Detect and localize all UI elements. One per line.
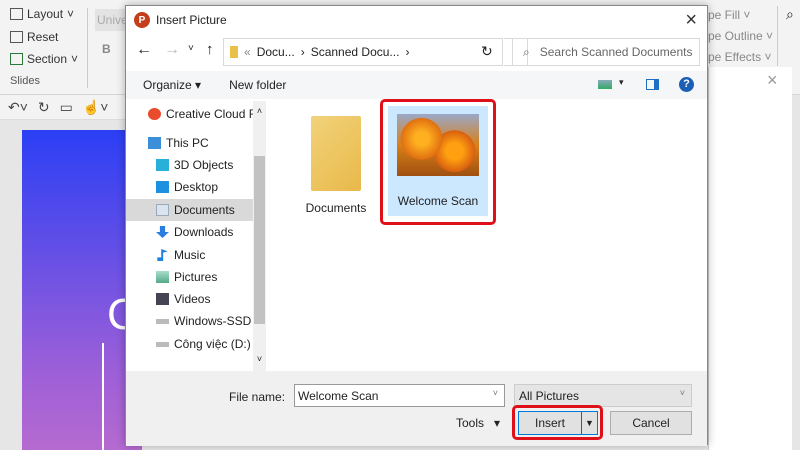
search-icon: ⌕ xyxy=(523,44,530,59)
reset-button[interactable]: Reset xyxy=(10,30,58,44)
drive-icon xyxy=(156,341,169,347)
side-pane: × xyxy=(708,67,792,450)
dialog-footer: File name: Welcome Scan ˅ All Pictures ˅ T… xyxy=(126,371,707,446)
desktop-icon xyxy=(156,181,169,193)
pc-icon xyxy=(148,137,161,149)
file-name-label: File name: xyxy=(229,390,286,404)
back-icon[interactable]: ← xyxy=(136,41,152,59)
nav-item[interactable]: Công việc (D:) xyxy=(126,333,253,355)
quick-access-toolbar: ↶˅ ↻ ▭ ☝˅ xyxy=(0,95,130,120)
address-row: ← → ˅ ↑ « Docu... › Scanned Docu... › ↻ ⌕ S… xyxy=(126,38,707,66)
divider xyxy=(777,6,778,66)
view-dropdown-icon[interactable]: ▾ xyxy=(619,77,624,88)
videos-icon xyxy=(156,293,169,305)
close-icon[interactable]: × xyxy=(685,9,697,32)
file-documents[interactable]: Documents xyxy=(296,106,376,216)
music-icon xyxy=(157,249,168,261)
file-name-input[interactable]: Welcome Scan ˅ xyxy=(294,384,505,407)
reset-icon xyxy=(10,31,23,43)
layout-button[interactable]: Layout ˅ xyxy=(10,7,74,21)
shape-outline-button[interactable]: pe Outline ˅ xyxy=(708,29,773,43)
bold-button[interactable]: B xyxy=(102,42,111,56)
close-pane-icon[interactable]: × xyxy=(767,70,778,91)
nav-item[interactable]: Desktop xyxy=(126,176,253,198)
creative-cloud-icon xyxy=(148,108,161,120)
up-icon[interactable]: ↑ xyxy=(206,41,214,58)
tools-button[interactable]: Tools ▾ xyxy=(456,416,500,430)
cancel-button[interactable]: Cancel xyxy=(610,411,692,435)
scrollbar-thumb[interactable] xyxy=(254,156,265,324)
redo-icon[interactable]: ↻ xyxy=(38,99,50,116)
organize-button[interactable]: Organize ▾ xyxy=(143,78,201,92)
undo-icon[interactable]: ↶˅ xyxy=(8,99,28,116)
slides-group-label: Slides xyxy=(10,75,40,87)
search-icon[interactable]: ⌕ xyxy=(786,6,794,23)
forward-icon[interactable]: → xyxy=(164,41,180,59)
dialog-title: Insert Picture xyxy=(156,13,227,27)
shape-effects-button[interactable]: pe Effects ˅ xyxy=(708,50,772,64)
present-icon[interactable]: ▭ xyxy=(60,99,73,116)
powerpoint-icon: P xyxy=(134,12,150,28)
highlight-box xyxy=(380,99,496,225)
highlight-box xyxy=(512,405,603,440)
nav-scrollbar[interactable]: ˄ ˅ xyxy=(253,101,266,371)
documents-icon xyxy=(156,204,169,216)
section-button[interactable]: Section ˅ xyxy=(10,52,78,66)
refresh-icon[interactable]: ↻ xyxy=(481,43,493,60)
font-box[interactable]: Unive xyxy=(95,9,128,31)
nav-item[interactable]: 3D Objects xyxy=(126,154,253,176)
nav-item[interactable]: This PC xyxy=(126,132,253,154)
drive-icon xyxy=(156,318,169,324)
nav-item[interactable]: Windows-SSD (C:) xyxy=(126,310,253,332)
nav-item[interactable]: Videos xyxy=(126,288,253,310)
divider xyxy=(87,8,88,88)
help-icon[interactable]: ? xyxy=(679,77,694,92)
new-folder-button[interactable]: New folder xyxy=(229,78,286,92)
shape-fill-button[interactable]: pe Fill ˅ xyxy=(708,8,750,22)
preview-pane-icon[interactable] xyxy=(646,79,659,90)
pictures-icon xyxy=(156,271,169,283)
section-icon xyxy=(10,53,23,65)
layout-icon xyxy=(10,8,23,20)
nav-item[interactable]: Pictures xyxy=(126,266,253,288)
nav-item[interactable]: Downloads xyxy=(126,221,253,243)
insert-picture-dialog: P Insert Picture × ← → ˅ ↑ « Docu... › Sc… xyxy=(125,5,708,446)
command-bar: Organize ▾ New folder ▾ ? xyxy=(126,71,707,99)
breadcrumb-item[interactable]: Docu... xyxy=(257,45,295,59)
folder-icon xyxy=(230,46,238,58)
view-icon[interactable] xyxy=(598,80,612,89)
recent-chevron-icon[interactable]: ˅ xyxy=(188,43,194,54)
download-icon xyxy=(156,226,169,238)
nav-item[interactable]: Creative Cloud Files xyxy=(126,103,253,125)
cube-icon xyxy=(156,159,169,171)
slide-thumbnail[interactable]: C xyxy=(22,130,142,450)
slide-line xyxy=(102,343,104,450)
title-bar: P Insert Picture × xyxy=(126,6,707,34)
folder-icon xyxy=(311,116,361,191)
breadcrumb-item[interactable]: Scanned Docu... xyxy=(311,45,400,59)
nav-item[interactable]: Documents xyxy=(126,199,253,221)
touch-mode-icon[interactable]: ☝˅ xyxy=(83,99,109,116)
search-input[interactable]: ⌕ Search Scanned Documents xyxy=(512,38,700,66)
nav-item[interactable]: Music xyxy=(126,244,253,266)
file-type-select[interactable]: All Pictures ˅ xyxy=(514,384,692,407)
breadcrumb[interactable]: « Docu... › Scanned Docu... › xyxy=(223,38,528,66)
navigation-pane: Creative Cloud Files This PC3D ObjectsDes… xyxy=(126,101,266,371)
